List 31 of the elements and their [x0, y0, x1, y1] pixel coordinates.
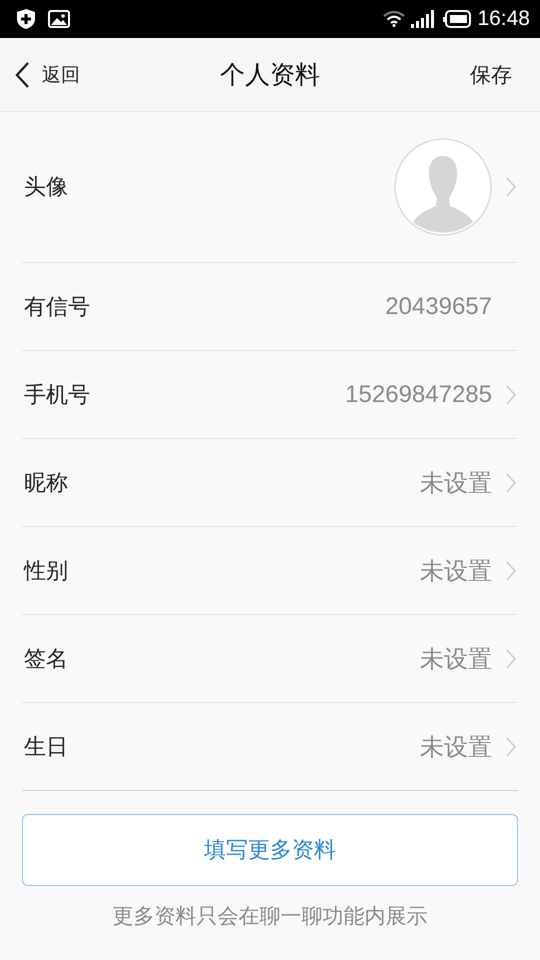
footer-note: 更多资料只会在聊一聊功能内展示: [112, 903, 428, 930]
save-button[interactable]: 保存: [470, 60, 512, 88]
row-value: 未设置: [420, 644, 492, 674]
row-label: 有信号: [23, 294, 90, 322]
page-title: 个人资料: [220, 59, 320, 91]
row-label: 头像: [23, 174, 68, 202]
profile-row[interactable]: 有信号 20439657: [22, 263, 518, 351]
avatar-icon: [394, 138, 492, 236]
image-icon: [48, 10, 70, 28]
profile-row[interactable]: 签名 未设置: [22, 615, 518, 703]
row-value: 未设置: [420, 556, 492, 586]
back-chevron-icon: [14, 60, 30, 88]
wifi-icon: [383, 11, 406, 27]
row-label: 签名: [23, 646, 68, 674]
profile-row[interactable]: 性别 未设置: [22, 527, 518, 615]
row-value: 20439657: [385, 292, 492, 320]
profile-row[interactable]: 昵称 未设置: [22, 439, 518, 527]
fill-more-info-button[interactable]: 填写更多资料: [22, 814, 518, 886]
row-value: 15269847285: [345, 380, 492, 408]
row-label: 性别: [22, 558, 68, 586]
row-label: 手机号: [23, 382, 90, 410]
battery-icon: [443, 10, 472, 28]
profile-row[interactable]: 手机号 15269847285: [22, 351, 518, 439]
row-value: 未设置: [420, 732, 492, 762]
row-value: 未设置: [420, 468, 492, 498]
row-label: 昵称: [23, 470, 68, 498]
profile-row[interactable]: 头像: [22, 112, 518, 263]
row-label: 生日: [23, 734, 68, 762]
shield-icon: [16, 8, 36, 30]
clock-time: 16:48: [477, 7, 530, 31]
back-button[interactable]: 返回: [14, 60, 80, 88]
